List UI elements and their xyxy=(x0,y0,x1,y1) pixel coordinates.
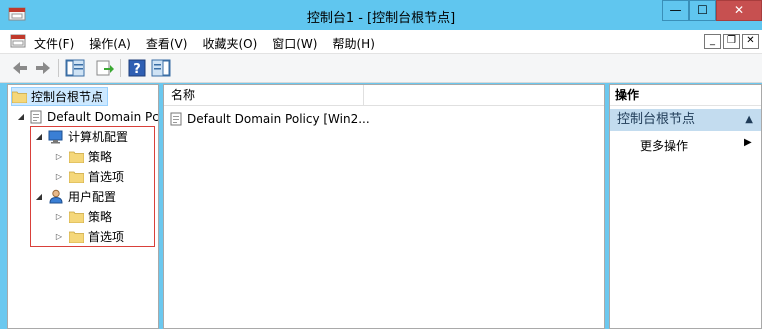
tree-item-console-root[interactable]: 控制台根节点 xyxy=(11,87,108,106)
policy-document-icon xyxy=(170,112,182,125)
tree-item-default-domain-policy[interactable]: ◢ Default Domain Pc xyxy=(16,107,159,126)
expand-arrow-icon[interactable]: ◢ xyxy=(34,132,44,141)
svg-text:?: ? xyxy=(133,62,141,77)
expand-arrow-icon[interactable]: ◢ xyxy=(16,112,26,121)
minimize-button[interactable]: — xyxy=(662,0,689,21)
results-pane[interactable]: 名称 Default Domain Policy [Win2... xyxy=(163,84,605,329)
menu-view[interactable]: 查看(V) xyxy=(146,35,188,52)
computer-icon xyxy=(48,130,63,143)
show-hide-tree-icon[interactable] xyxy=(65,58,85,78)
menu-bar: 文件(F) 操作(A) 查看(V) 收藏夹(O) 窗口(W) 帮助(H) _ ❐… xyxy=(0,30,762,54)
more-actions-item[interactable]: 更多操作 xyxy=(640,137,688,154)
actions-section-console-root[interactable]: 控制台根节点 ▲ xyxy=(610,109,761,131)
tree-item-computer-config[interactable]: ◢ 计算机配置 xyxy=(34,127,154,146)
maximize-button[interactable]: ☐ xyxy=(689,0,716,21)
mdi-minimize-button[interactable]: _ xyxy=(704,34,721,49)
collapse-arrow-icon[interactable]: ▷ xyxy=(54,232,64,241)
list-item[interactable]: Default Domain Policy [Win2... xyxy=(170,109,470,128)
tree-label: 用户配置 xyxy=(68,190,117,204)
mdi-restore-button[interactable]: ❐ xyxy=(723,34,740,49)
help-icon[interactable]: ? xyxy=(127,58,147,78)
folder-icon xyxy=(69,231,84,243)
menu-favorites[interactable]: 收藏夹(O) xyxy=(202,35,257,52)
user-icon xyxy=(49,189,63,204)
actions-header: 操作 xyxy=(610,85,761,106)
submenu-arrow-icon[interactable]: ▶ xyxy=(744,137,752,148)
collapse-arrow-icon[interactable]: ▷ xyxy=(54,152,64,161)
collapse-caret-icon[interactable]: ▲ xyxy=(745,109,753,131)
tree-label: 首选项 xyxy=(88,170,125,184)
close-button[interactable]: ✕ xyxy=(716,0,762,21)
title-bar: 控制台1 - [控制台根节点] — ☐ ✕ xyxy=(0,0,762,30)
menu-window[interactable]: 窗口(W) xyxy=(272,35,317,52)
tree-item-user-policies[interactable]: ▷ 策略 xyxy=(54,207,154,226)
folder-icon xyxy=(69,211,84,223)
back-arrow-icon[interactable] xyxy=(10,58,30,78)
export-list-icon[interactable] xyxy=(95,58,115,78)
list-item-label: Default Domain Policy [Win2... xyxy=(187,111,370,126)
folder-icon xyxy=(69,171,84,183)
toolbar-separator xyxy=(120,59,121,77)
mdi-close-button[interactable]: ✕ xyxy=(742,34,759,49)
menu-file[interactable]: 文件(F) xyxy=(34,35,74,52)
tree-label: 首选项 xyxy=(88,230,125,244)
policy-document-icon xyxy=(30,110,42,123)
column-header-empty xyxy=(364,85,604,106)
tree-item-computer-preferences[interactable]: ▷ 首选项 xyxy=(54,167,154,186)
tree-item-user-preferences[interactable]: ▷ 首选项 xyxy=(54,227,154,246)
menu-help[interactable]: 帮助(H) xyxy=(332,35,374,52)
collapse-arrow-icon[interactable]: ▷ xyxy=(54,172,64,181)
tree-item-computer-policies[interactable]: ▷ 策略 xyxy=(54,147,154,166)
collapse-arrow-icon[interactable]: ▷ xyxy=(54,212,64,221)
column-header-name[interactable]: 名称 xyxy=(164,85,364,106)
menu-action[interactable]: 操作(A) xyxy=(89,35,131,52)
folder-icon xyxy=(69,151,84,163)
tree-pane[interactable]: 控制台根节点 ◢ Default Domain Pc ◢ 计算机配置 ▷ 策略 … xyxy=(7,84,159,329)
forward-arrow-icon[interactable] xyxy=(33,58,53,78)
tree-label: 控制台根节点 xyxy=(31,90,104,104)
tree-label: 计算机配置 xyxy=(68,130,129,144)
console-menu-icon[interactable] xyxy=(10,34,26,49)
window-title: 控制台1 - [控制台根节点] xyxy=(306,11,456,26)
tree-item-user-config[interactable]: ◢ 用户配置 xyxy=(34,187,154,206)
show-hide-action-pane-icon[interactable] xyxy=(151,58,171,78)
tree-label: Default Domain Pc xyxy=(47,109,159,124)
actions-pane: 操作 控制台根节点 ▲ 更多操作 ▶ xyxy=(609,84,762,329)
tree-label: 策略 xyxy=(88,150,113,164)
actions-section-label: 控制台根节点 xyxy=(617,112,696,127)
expand-arrow-icon[interactable]: ◢ xyxy=(34,192,44,201)
toolbar: ? xyxy=(0,54,762,83)
folder-icon xyxy=(12,91,27,103)
toolbar-separator xyxy=(58,59,59,77)
tree-label: 策略 xyxy=(88,210,113,224)
